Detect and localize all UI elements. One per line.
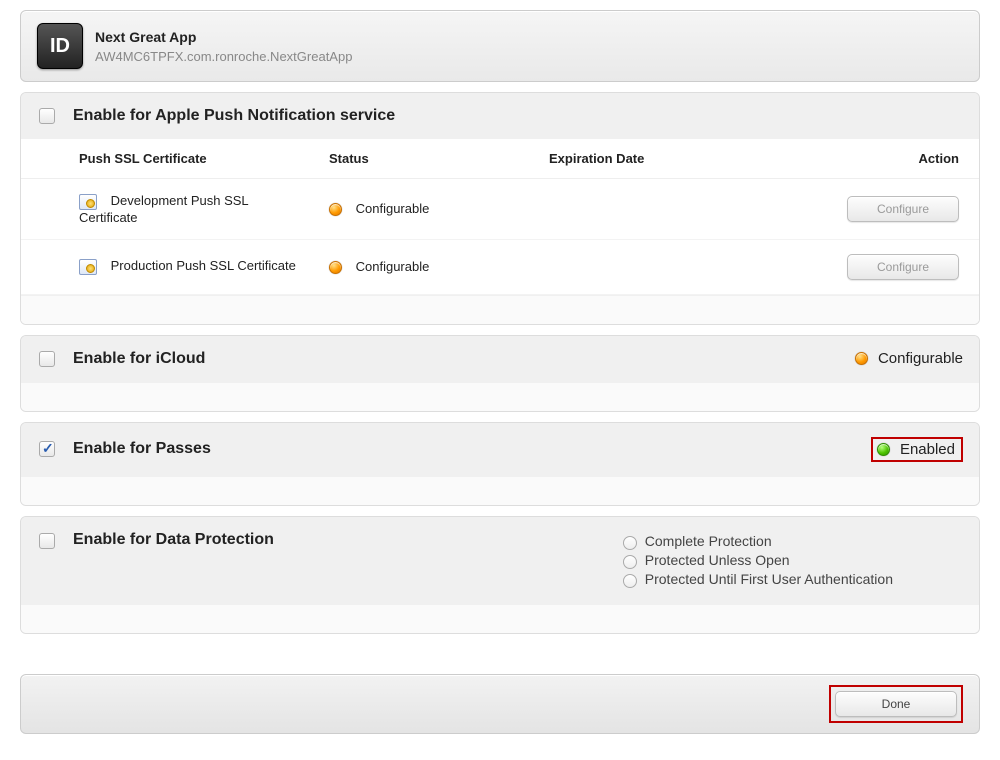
radio-row: Complete Protection [618,533,893,550]
cert-expiration [539,179,809,240]
app-id-icon: ID [37,23,83,69]
icloud-status: Configurable [855,350,963,367]
radio-label: Protected Until First User Authenticatio… [645,571,893,587]
section-passes-title: Enable for Passes [73,440,211,458]
certificate-icon [79,259,97,275]
radio-row: Protected Unless Open [618,552,893,569]
passes-status: Enabled [871,437,963,462]
data-protection-radio[interactable] [623,574,637,588]
cert-name: Production Push SSL Certificate [111,258,296,273]
passes-status-highlight: Enabled [871,437,963,462]
status-dot-icon [877,443,890,456]
radio-row: Protected Until First User Authenticatio… [618,571,893,588]
section-push-header: Enable for Apple Push Notification servi… [21,93,979,139]
table-row: Development Push SSL Certificate Configu… [21,179,979,240]
section-passes-header: Enable for Passes Enabled [21,423,979,476]
enable-passes-checkbox[interactable] [39,441,55,457]
cert-name: Development Push SSL Certificate [79,193,248,225]
section-passes: Enable for Passes Enabled [20,422,980,506]
table-row: Production Push SSL Certificate Configur… [21,239,979,294]
cert-status: Configurable [356,201,430,216]
done-highlight: Done [829,685,963,723]
section-data-protection-header: Enable for Data Protection Complete Prot… [21,517,979,604]
col-expiration: Expiration Date [539,139,809,179]
data-protection-radio[interactable] [623,536,637,550]
done-button[interactable]: Done [835,691,957,717]
configure-button[interactable]: Configure [847,196,959,222]
enable-push-checkbox[interactable] [39,108,55,124]
section-icloud-header: Enable for iCloud Configurable [21,336,979,382]
app-bundle-id: AW4MC6TPFX.com.ronroche.NextGreatApp [95,49,352,64]
col-action: Action [809,139,979,179]
section-data-protection: Enable for Data Protection Complete Prot… [20,516,980,634]
status-dot-icon [855,352,868,365]
section-icloud-title: Enable for iCloud [73,350,205,368]
enable-data-protection-checkbox[interactable] [39,533,55,549]
col-status: Status [319,139,539,179]
certificate-icon [79,194,97,210]
data-protection-options: Complete Protection Protected Unless Ope… [618,531,963,590]
data-protection-radio[interactable] [623,555,637,569]
footer-bar: Done [20,674,980,734]
section-push-title: Enable for Apple Push Notification servi… [73,107,395,125]
status-dot-icon [329,261,342,274]
enable-icloud-checkbox[interactable] [39,351,55,367]
icloud-status-text: Configurable [878,350,963,367]
app-title: Next Great App [95,29,352,45]
section-data-protection-title: Enable for Data Protection [73,531,274,549]
cert-expiration [539,239,809,294]
status-dot-icon [329,203,342,216]
radio-label: Protected Unless Open [645,552,790,568]
configure-button[interactable]: Configure [847,254,959,280]
passes-status-text: Enabled [900,441,955,458]
app-header-panel: ID Next Great App AW4MC6TPFX.com.ronroch… [20,10,980,82]
cert-status: Configurable [356,259,430,274]
section-push: Enable for Apple Push Notification servi… [20,92,980,325]
radio-label: Complete Protection [645,533,772,549]
col-cert: Push SSL Certificate [21,139,319,179]
section-icloud: Enable for iCloud Configurable [20,335,980,412]
app-meta: Next Great App AW4MC6TPFX.com.ronroche.N… [95,29,352,64]
push-cert-table: Push SSL Certificate Status Expiration D… [21,139,979,295]
